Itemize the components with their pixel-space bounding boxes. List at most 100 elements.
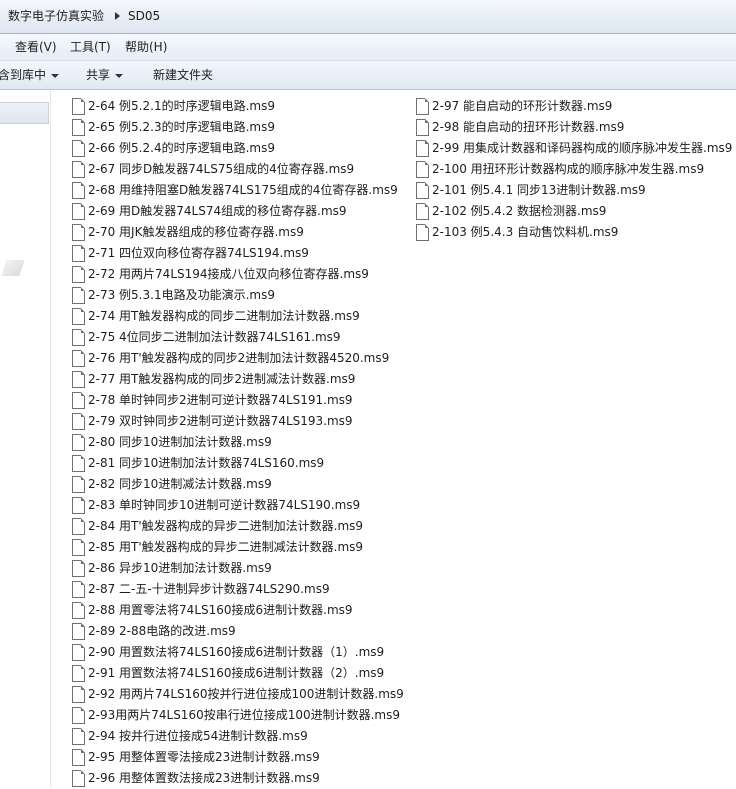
- document-icon: [72, 224, 85, 241]
- document-icon: [72, 308, 85, 325]
- file-name: 2-102 例5.4.2 数据检测器.ms9: [432, 204, 607, 218]
- chevron-down-icon: [51, 73, 60, 78]
- file-name: 2-69 用D触发器74LS74组成的移位寄存器.ms9: [88, 204, 347, 218]
- document-icon: [72, 161, 85, 178]
- document-icon: [72, 560, 85, 577]
- include-in-library-label: 包含到库中: [0, 68, 47, 82]
- file-name: 2-70 用JK触发器组成的移位寄存器.ms9: [88, 225, 304, 239]
- document-icon: [416, 98, 429, 115]
- chevron-down-icon: [115, 73, 124, 78]
- share-label: 共享: [86, 68, 111, 82]
- document-icon: [72, 98, 85, 115]
- file-name: 2-72 用两片74LS194接成八位双向移位寄存器.ms9: [88, 267, 369, 281]
- menu-help[interactable]: 帮助(H): [125, 34, 167, 60]
- document-icon: [416, 161, 429, 178]
- file-name: 2-81 同步10进制加法计数器74LS160.ms9: [88, 456, 325, 470]
- file-name: 2-88 用置零法将74LS160接成6进制计数器.ms9: [88, 603, 353, 617]
- file-name: 2-93用两片74LS160按串行进位接成100进制计数器.ms9: [88, 708, 401, 722]
- document-icon: [72, 203, 85, 220]
- menu-view[interactable]: 查看(V): [15, 34, 57, 60]
- document-icon: [72, 371, 85, 388]
- new-folder-button[interactable]: 新建文件夹: [153, 61, 213, 89]
- document-icon: [72, 728, 85, 745]
- menu-bar: 查看(V) 工具(T) 帮助(H): [0, 34, 736, 61]
- document-icon: [72, 707, 85, 724]
- document-icon: [72, 434, 85, 451]
- file-name: 2-101 例5.4.1 同步13进制计数器.ms9: [432, 183, 646, 197]
- file-name: 2-92 用两片74LS160按并行进位接成100进制计数器.ms9: [88, 687, 404, 701]
- menu-tools[interactable]: 工具(T): [70, 34, 111, 60]
- file-name: 2-96 用整体置数法接成23进制计数器.ms9: [88, 771, 320, 785]
- file-name: 2-98 能自启动的扭环形计数器.ms9: [432, 120, 625, 134]
- chevron-right-icon[interactable]: [115, 12, 120, 20]
- document-icon: [416, 203, 429, 220]
- file-name: 2-65 例5.2.3的时序逻辑电路.ms9: [88, 120, 275, 134]
- document-icon: [416, 140, 429, 157]
- document-icon: [72, 665, 85, 682]
- file-name: 2-89 2-88电路的改进.ms9: [88, 624, 236, 638]
- file-name: 2-91 用置数法将74LS160接成6进制计数器（2）.ms9: [88, 666, 385, 680]
- document-icon: [72, 140, 85, 157]
- file-name: 2-100 用扭环形计数器构成的顺序脉冲发生器.ms9: [432, 162, 705, 176]
- file-name: 2-90 用置数法将74LS160接成6进制计数器（1）.ms9: [88, 645, 385, 659]
- file-list[interactable]: 2-64 例5.2.1的时序逻辑电路.ms9 2-65 例5.2.3的时序逻辑电路…: [51, 90, 736, 787]
- file-name: 2-97 能自启动的环形计数器.ms9: [432, 99, 613, 113]
- file-name: 2-103 例5.4.3 自动售饮料机.ms9: [432, 225, 619, 239]
- file-name: 2-67 同步D触发器74LS75组成的4位寄存器.ms9: [88, 162, 355, 176]
- command-toolbar: 包含到库中 共享 新建文件夹: [0, 61, 736, 90]
- breadcrumb-folder-current[interactable]: SD05: [128, 0, 160, 33]
- document-icon: [72, 350, 85, 367]
- nav-decoration: [1, 260, 25, 276]
- file-name: 2-87 二-五-十进制异步计数器74LS290.ms9: [88, 582, 330, 596]
- file-name: 2-83 单时钟同步10进制可逆计数器74LS190.ms9: [88, 498, 361, 512]
- document-icon: [72, 266, 85, 283]
- document-icon: [72, 287, 85, 304]
- file-name: 2-75 4位同步二进制加法计数器74LS161.ms9: [88, 330, 341, 344]
- file-name: 2-64 例5.2.1的时序逻辑电路.ms9: [88, 99, 275, 113]
- document-icon: [72, 497, 85, 514]
- file-name: 2-71 四位双向移位寄存器74LS194.ms9: [88, 246, 309, 260]
- file-name: 2-95 用整体置零法接成23进制计数器.ms9: [88, 750, 320, 764]
- file-name: 2-84 用T'触发器构成的异步二进制加法计数器.ms9: [88, 519, 364, 533]
- file-name: 2-73 例5.3.1电路及功能演示.ms9: [88, 288, 275, 302]
- document-icon: [416, 119, 429, 136]
- document-icon: [72, 476, 85, 493]
- file-name: 2-80 同步10进制加法计数器.ms9: [88, 435, 272, 449]
- document-icon: [416, 224, 429, 241]
- share-button[interactable]: 共享: [86, 61, 124, 89]
- breadcrumb-folder-parent[interactable]: 数字电子仿真实验: [8, 0, 104, 33]
- document-icon: [72, 413, 85, 430]
- document-icon: [72, 581, 85, 598]
- document-icon: [72, 182, 85, 199]
- document-icon: [72, 539, 85, 556]
- document-icon: [72, 602, 85, 619]
- document-icon: [72, 749, 85, 766]
- file-name: 2-85 用T'触发器构成的异步二进制减法计数器.ms9: [88, 540, 364, 554]
- document-icon: [72, 455, 85, 472]
- file-name: 2-79 双时钟同步2进制可逆计数器74LS193.ms9: [88, 414, 353, 428]
- file-name: 2-66 例5.2.4的时序逻辑电路.ms9: [88, 141, 275, 155]
- document-icon: [72, 245, 85, 262]
- file-name: 2-76 用T'触发器构成的同步2进制加法计数器4520.ms9: [88, 351, 390, 365]
- address-bar[interactable]: 数字电子仿真实验 SD05: [0, 0, 736, 34]
- navigation-pane[interactable]: [0, 90, 51, 787]
- document-icon: [72, 329, 85, 346]
- file-name: 2-99 用集成计数器和译码器构成的顺序脉冲发生器.ms9: [432, 141, 733, 155]
- file-name: 2-82 同步10进制减法计数器.ms9: [88, 477, 272, 491]
- document-icon: [72, 119, 85, 136]
- document-icon: [72, 686, 85, 703]
- document-icon: [72, 623, 85, 640]
- include-in-library-button[interactable]: 包含到库中: [0, 61, 60, 89]
- document-icon: [72, 392, 85, 409]
- file-name: 2-74 用T触发器构成的同步二进制加法计数器.ms9: [88, 309, 360, 323]
- document-icon: [72, 518, 85, 535]
- file-name: 2-68 用维持阻塞D触发器74LS175组成的4位寄存器.ms9: [88, 183, 398, 197]
- file-name: 2-86 异步10进制加法计数器.ms9: [88, 561, 272, 575]
- file-name: 2-77 用T触发器构成的同步2进制减法计数器.ms9: [88, 372, 356, 386]
- document-icon: [416, 182, 429, 199]
- file-name: 2-78 单时钟同步2进制可逆计数器74LS191.ms9: [88, 393, 353, 407]
- document-icon: [72, 770, 85, 787]
- document-icon: [72, 644, 85, 661]
- file-name: 2-94 按并行进位接成54进制计数器.ms9: [88, 729, 308, 743]
- nav-selected-item[interactable]: [0, 102, 49, 124]
